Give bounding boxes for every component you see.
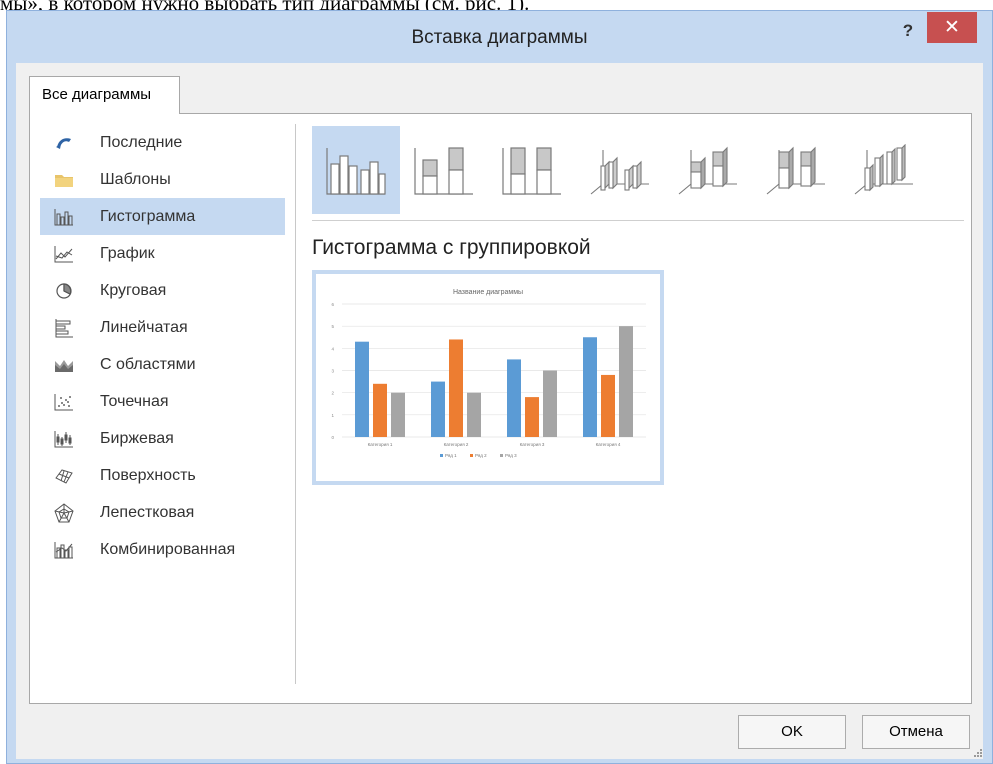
- 3d-column-icon[interactable]: [840, 126, 928, 214]
- x-tick-label: Категория 3: [520, 442, 545, 447]
- legend-swatch: [470, 454, 473, 457]
- chart-type-label: Гистограмма: [100, 207, 196, 225]
- chart-type-label: Круговая: [100, 281, 167, 299]
- subtype-title: Гистограмма с группировкой: [312, 236, 591, 259]
- ok-button[interactable]: OK: [738, 715, 846, 749]
- y-tick-label: 6: [331, 302, 334, 307]
- y-tick-label: 0: [331, 435, 334, 440]
- preview-chart: Название диаграммы 0 1 2 3 4 5 6 Категория 1 Кате…: [331, 289, 646, 458]
- chart-type-combo[interactable]: Комбинированная: [40, 531, 285, 568]
- legend-swatch: [440, 454, 443, 457]
- bar: [583, 337, 597, 437]
- chart-type-label: Биржевая: [100, 429, 174, 447]
- x-tick-label: Категория 1: [368, 442, 393, 447]
- bar: [373, 383, 387, 437]
- legend-swatch: [500, 454, 503, 457]
- tab-all-charts[interactable]: Все диаграммы: [29, 76, 180, 114]
- y-tick-label: 5: [331, 324, 334, 329]
- chart-type-pie[interactable]: Круговая: [40, 272, 285, 309]
- y-tick-label: 3: [331, 369, 334, 374]
- chart-subtype-gallery: [312, 126, 952, 214]
- title-bar: Вставка диаграммы ? ✕: [7, 11, 992, 62]
- chart-preview[interactable]: Название диаграммы 0 1 2 3 4 5 6 Категория 1 Кате…: [312, 270, 664, 485]
- insert-chart-dialog: Вставка диаграммы ? ✕ Все диаграммы Посл…: [6, 10, 993, 764]
- chart-type-label: Поверхность: [100, 466, 196, 484]
- clustered-column-icon[interactable]: [312, 126, 400, 214]
- combo-chart-icon: [53, 539, 75, 561]
- surface-chart-icon: [53, 465, 75, 487]
- chart-type-label: Точечная: [100, 392, 169, 410]
- chart-type-templates[interactable]: Шаблоны: [40, 161, 285, 198]
- legend-label: Ряд 2: [475, 453, 487, 458]
- x-tick-label: Категория 4: [596, 442, 621, 447]
- chart-type-column[interactable]: Гистограмма: [40, 198, 285, 235]
- dialog-title: Вставка диаграммы: [411, 27, 588, 48]
- stock-chart-icon: [53, 428, 75, 450]
- bar: [467, 392, 481, 437]
- chart-type-label: Лепестковая: [100, 503, 195, 521]
- chart-type-label: Шаблоны: [100, 170, 171, 188]
- chart-type-stock[interactable]: Биржевая: [40, 420, 285, 457]
- bar: [543, 370, 557, 437]
- horizontal-divider: [312, 220, 964, 221]
- y-tick-label: 4: [331, 346, 334, 351]
- legend-label: Ряд 1: [445, 453, 457, 458]
- area-chart-icon: [53, 354, 75, 376]
- line-chart-icon: [53, 243, 75, 265]
- 3d-stacked-column-icon[interactable]: [664, 126, 752, 214]
- tab-panel: Последние Шаблоны Гистограмма График Кру…: [29, 113, 972, 704]
- bar: [619, 326, 633, 437]
- 3d-stacked-100-column-icon[interactable]: [752, 126, 840, 214]
- bar-chart-icon: [53, 317, 75, 339]
- bar: [525, 397, 539, 437]
- bar: [355, 341, 369, 437]
- close-button[interactable]: ✕: [927, 12, 977, 43]
- column-chart-icon: [53, 206, 75, 228]
- legend-label: Ряд 3: [505, 453, 517, 458]
- chart-type-radar[interactable]: Лепестковая: [40, 494, 285, 531]
- 3d-clustered-column-icon[interactable]: [576, 126, 664, 214]
- chart-type-line[interactable]: График: [40, 235, 285, 272]
- cancel-button[interactable]: Отмена: [862, 715, 970, 749]
- chart-type-bar[interactable]: Линейчатая: [40, 309, 285, 346]
- chart-type-label: С областями: [100, 355, 196, 373]
- recent-icon: [53, 132, 75, 154]
- y-tick-label: 1: [331, 413, 334, 418]
- chart-type-recent[interactable]: Последние: [40, 124, 285, 161]
- chart-type-label: График: [100, 244, 155, 262]
- chart-type-list: Последние Шаблоны Гистограмма График Кру…: [40, 124, 285, 568]
- stacked-column-icon[interactable]: [400, 126, 488, 214]
- stacked-100-column-icon[interactable]: [488, 126, 576, 214]
- bar: [449, 339, 463, 437]
- preview-chart-title: Название диаграммы: [453, 289, 523, 296]
- chart-type-label: Последние: [100, 133, 183, 151]
- bar: [431, 381, 445, 437]
- x-tick-label: Категория 2: [444, 442, 469, 447]
- bar: [391, 392, 405, 437]
- vertical-divider: [295, 124, 296, 684]
- chart-type-label: Линейчатая: [100, 318, 188, 336]
- help-button[interactable]: ?: [897, 20, 919, 42]
- radar-chart-icon: [53, 502, 75, 524]
- resize-grip-icon[interactable]: [974, 749, 982, 757]
- dialog-body: Все диаграммы Последние Шаблоны Гистогра…: [16, 63, 983, 759]
- bar: [507, 359, 521, 437]
- scatter-chart-icon: [53, 391, 75, 413]
- chart-type-surface[interactable]: Поверхность: [40, 457, 285, 494]
- pie-chart-icon: [53, 280, 75, 302]
- chart-type-area[interactable]: С областями: [40, 346, 285, 383]
- chart-type-scatter[interactable]: Точечная: [40, 383, 285, 420]
- y-tick-label: 2: [331, 391, 334, 396]
- bar: [601, 374, 615, 437]
- folder-icon: [53, 169, 75, 191]
- chart-type-label: Комбинированная: [100, 540, 236, 558]
